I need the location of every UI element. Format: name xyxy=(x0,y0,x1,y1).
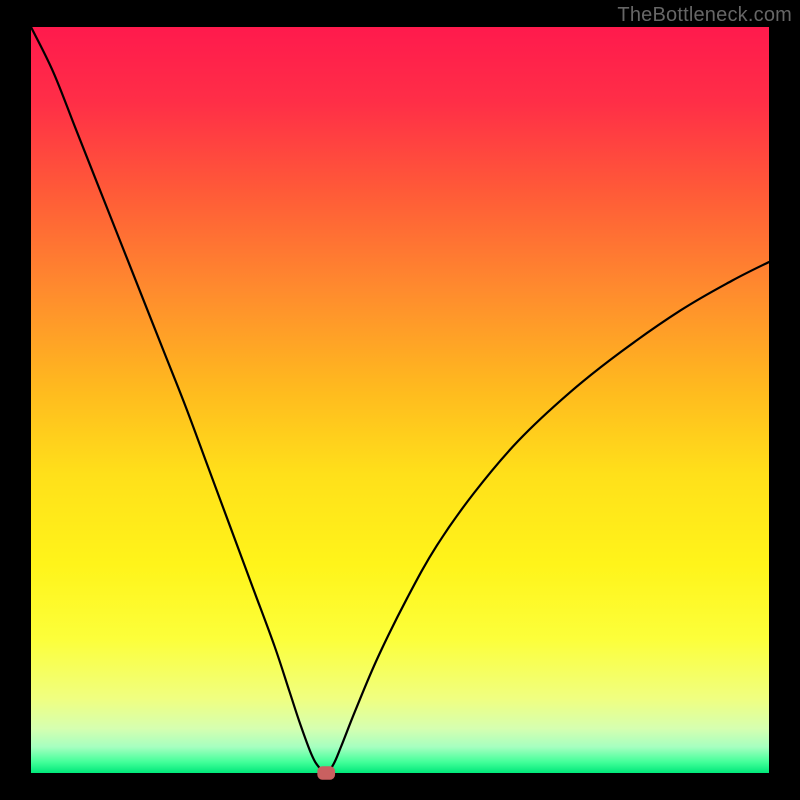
bottleneck-chart xyxy=(0,0,800,800)
watermark-text: TheBottleneck.com xyxy=(617,4,792,27)
optimal-point-marker xyxy=(317,766,335,779)
plot-gradient-background xyxy=(31,27,769,773)
stage: TheBottleneck.com xyxy=(0,0,800,800)
